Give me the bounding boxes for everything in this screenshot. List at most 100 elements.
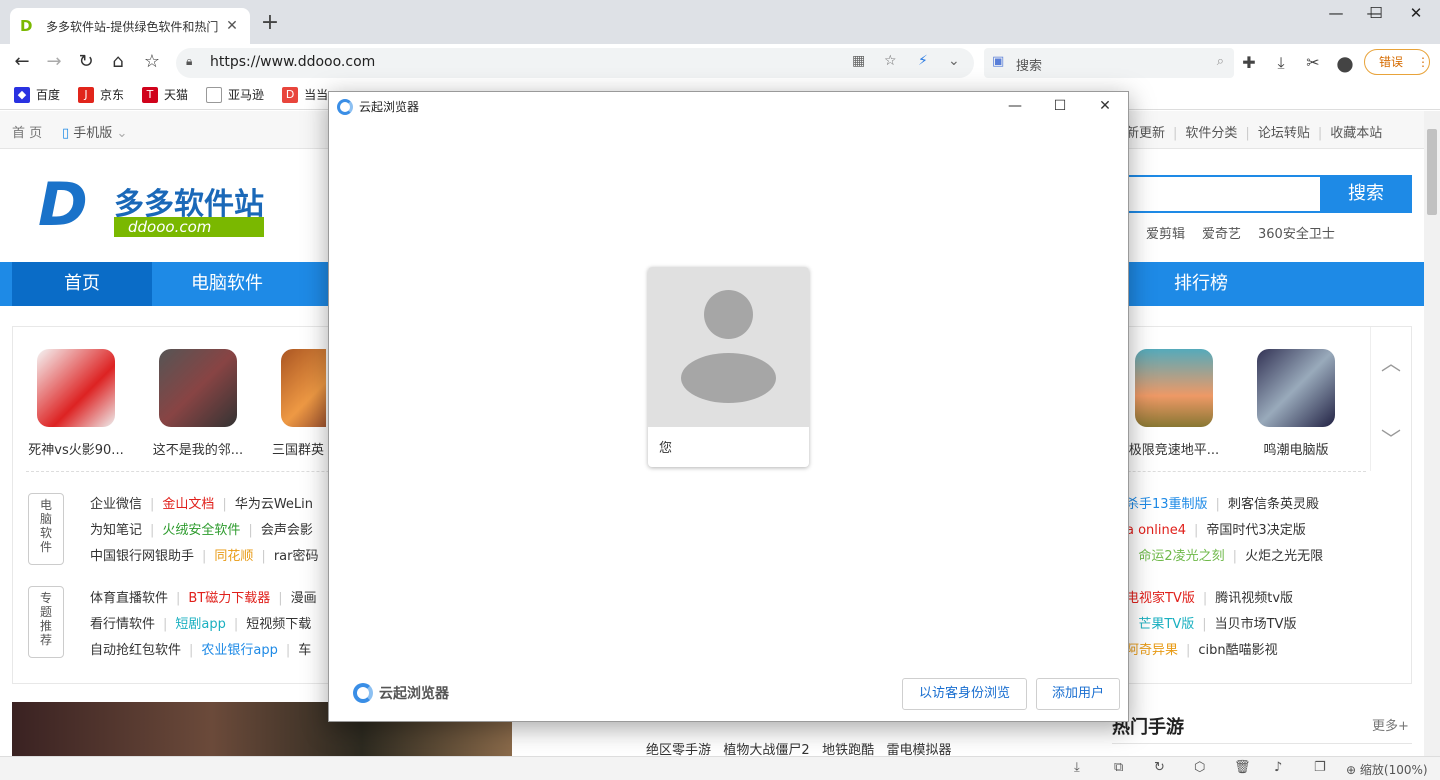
app-card[interactable]: 这不是我的邻... [148,349,248,458]
dialog-maximize-icon[interactable]: ☐ [1040,96,1080,118]
refresh-icon[interactable]: ↻ [1154,760,1165,775]
chevron-down-icon[interactable]: ﹀ [1381,423,1401,452]
software-link[interactable]: 火绒安全软件 [162,523,240,538]
bookmark-dangdang[interactable]: D 当当 [282,86,328,103]
topic-link[interactable]: BT磁力下载器 [188,591,270,606]
bookmark-baidu[interactable]: ◆ 百度 [14,86,60,103]
guest-browse-button[interactable]: 以访客身份浏览 [902,678,1027,710]
software-link[interactable]: 为知笔记 [90,523,142,538]
game-link[interactable]: 火炬之光无限 [1245,549,1323,564]
scissors-icon[interactable]: ✂ [1302,52,1324,74]
tv-link[interactable]: 当贝市场TV版 [1215,617,1297,632]
tv-link[interactable]: 电视家TV版 [1126,591,1195,606]
vertical-scrollbar[interactable] [1424,111,1440,756]
hexagon-icon[interactable]: ⬡ [1194,760,1205,775]
mobile-link[interactable]: ▯ 手机版 ⌄ [62,122,127,141]
game-link[interactable]: a online4 [1126,523,1186,538]
chevron-down-icon[interactable]: ⌄ [948,53,960,69]
window-icon[interactable]: ❐ [1314,760,1326,775]
forward-icon[interactable]: → [42,50,66,74]
topic-link[interactable]: 体育直播软件 [90,591,168,606]
game-link[interactable]: 雷电模拟器 [887,743,952,756]
add-user-button[interactable]: 添加用户 [1036,678,1120,710]
scrollbar-thumb[interactable] [1427,129,1437,215]
categories-link[interactable]: 软件分类 [1185,126,1237,141]
error-button[interactable]: 错误 ⋮ [1364,49,1430,75]
volume-icon[interactable]: ♪ [1274,760,1282,775]
game-link[interactable]: 植物大战僵尸2 [723,743,809,756]
app-card[interactable]: 死神vs火影90... [26,349,126,458]
app-card[interactable]: 极限竞速地平... [1124,349,1224,458]
reload-icon[interactable]: ↻ [74,50,98,74]
tv-link[interactable]: 芒果TV版 [1138,617,1194,632]
download-icon[interactable]: ⤓ [1074,760,1080,775]
new-updates-link[interactable]: 新更新 [1126,126,1165,141]
download-icon[interactable]: ⤓ [1270,52,1292,74]
bookmark-tmall[interactable]: T 天猫 [142,86,188,103]
software-link[interactable]: rar密码 [274,549,319,564]
bookmark-amazon[interactable]: 亚马逊 [206,86,264,103]
extensions-icon[interactable]: ✚ [1238,52,1260,74]
zoom-control[interactable]: ⊕ 缩放(100%) [1346,761,1428,778]
software-link[interactable]: 企业微信 [90,497,142,512]
nav-ranking[interactable]: 排行榜 [1126,262,1276,306]
tv-link[interactable]: 阿奇异果 [1126,643,1178,658]
hot-keyword[interactable]: 360安全卫士 [1258,223,1335,242]
app-card[interactable]: 三国群英 [270,349,326,458]
topic-link[interactable]: 自动抢红包软件 [90,643,181,658]
home-icon[interactable]: ⌂ [106,50,130,74]
topic-link[interactable]: 车 [298,643,311,658]
app-card[interactable]: 鸣潮电脑版 [1246,349,1346,458]
game-link[interactable]: 绝区零手游 [646,743,711,756]
dialog-close-icon[interactable]: ✕ [1085,96,1125,118]
profile-card[interactable]: 您 [648,267,809,467]
hot-keyword[interactable]: 爱奇艺 [1202,223,1241,242]
dialog-minimize-icon[interactable]: — [995,96,1035,118]
new-tab-button[interactable]: + [258,12,282,36]
maximize-icon[interactable]: ☐ [1356,4,1396,26]
software-link[interactable]: 华为云WeLin [235,497,313,512]
site-logo[interactable]: D 多多软件站 ddooo.com [38,175,278,239]
lightning-icon[interactable]: ⚡︎ [918,53,928,69]
profile-icon[interactable]: ● [1334,52,1356,74]
address-bar[interactable]: 🔒︎ https://www.ddooo.com ▦ ☆ ⚡︎ ⌄ [176,48,974,78]
browser-tab[interactable]: D 多多软件站-提供绿色软件和热门 ✕ [10,8,250,44]
tv-link[interactable]: 腾讯视频tv版 [1215,591,1293,606]
search-icon[interactable]: ⌕ [1217,54,1224,69]
nav-pc-software[interactable]: 电脑软件 [152,262,302,306]
software-link[interactable]: 会声会影 [261,523,313,538]
back-icon[interactable]: ← [10,50,34,74]
minimize-icon[interactable]: — [1316,4,1356,26]
qr-code-icon[interactable]: ▦ [852,53,865,69]
software-link[interactable]: 金山文档 [162,497,214,512]
forum-link[interactable]: 论坛转贴 [1258,126,1310,141]
home-link[interactable]: 首 页 [12,122,42,141]
topic-link[interactable]: 看行情软件 [90,617,155,632]
bookmark-star-icon[interactable]: ☆ [140,50,164,74]
chevron-up-icon[interactable]: ︿ [1381,347,1401,376]
site-search-input[interactable] [1120,175,1320,213]
topic-link[interactable]: 农业银行app [201,643,277,658]
close-window-icon[interactable]: ✕ [1396,4,1436,26]
screenshot-icon[interactable]: ⧉ [1114,760,1123,775]
bookmark-jd[interactable]: J 京东 [78,86,124,103]
close-tab-icon[interactable]: ✕ [224,18,240,34]
game-link[interactable]: 杀手13重制版 [1126,497,1208,512]
bookmark-site-link[interactable]: 收藏本站 [1330,126,1382,141]
tv-link[interactable]: cibn酷喵影视 [1198,643,1277,658]
topic-link[interactable]: 漫画 [291,591,317,606]
nav-home[interactable]: 首页 [12,262,152,306]
more-link[interactable]: 更多+ [1372,715,1409,734]
game-link[interactable]: 地铁跑酷 [822,743,874,756]
site-search-button[interactable]: 搜索 [1320,175,1412,213]
search-box[interactable]: ▣ 搜索 ⌕ [984,48,1234,78]
trash-icon[interactable]: 🗑︎ [1234,760,1251,775]
game-link[interactable]: 刺客信条英灵殿 [1228,497,1319,512]
software-link[interactable]: 同花顺 [214,549,253,564]
software-link[interactable]: 中国银行网银助手 [90,549,194,564]
game-link[interactable]: 命运2凌光之刻 [1138,549,1224,564]
topic-link[interactable]: 短视频下载 [246,617,311,632]
hot-keyword[interactable]: 爱剪辑 [1146,223,1185,242]
star-icon[interactable]: ☆ [884,53,897,69]
topic-link[interactable]: 短剧app [175,617,225,632]
